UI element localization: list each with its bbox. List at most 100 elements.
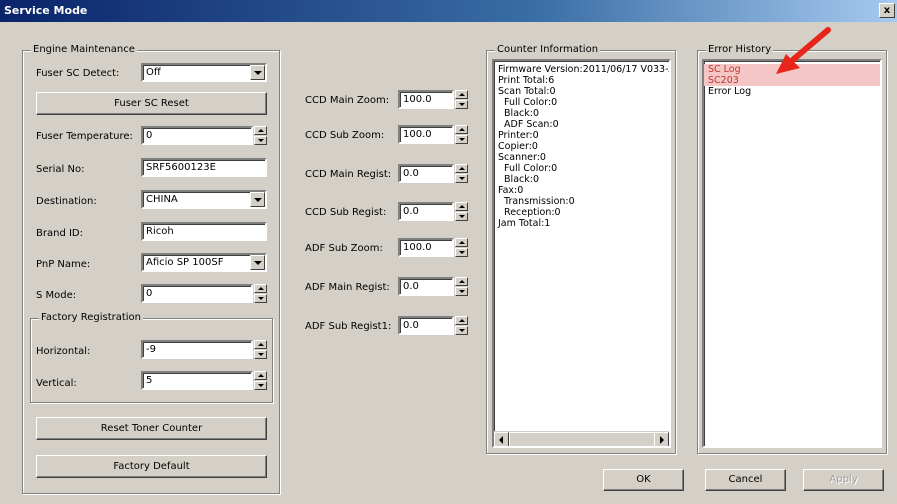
spin-down-icon[interactable] — [455, 287, 468, 296]
scan-setting-spinner[interactable] — [455, 164, 468, 183]
counter-line: Scan Total:0 — [498, 86, 556, 97]
factory-registration-legend: Factory Registration — [39, 312, 144, 324]
scan-setting-input[interactable]: 0.0 — [398, 164, 454, 183]
brand-id-input[interactable]: Ricoh — [141, 222, 267, 241]
spin-down-icon[interactable] — [455, 326, 468, 335]
spin-down-icon[interactable] — [455, 100, 468, 109]
scan-setting-input[interactable]: 100.0 — [398, 238, 454, 257]
spin-up-icon[interactable] — [455, 90, 468, 99]
horizontal-spinner[interactable] — [254, 340, 267, 359]
s-mode-spinner[interactable] — [254, 284, 267, 303]
spin-down-icon[interactable] — [455, 248, 468, 257]
list-item[interactable]: Error Log — [704, 86, 880, 97]
error-history-legend: Error History — [706, 44, 774, 56]
factory-default-label: Factory Default — [113, 461, 190, 472]
vertical-spinner[interactable] — [254, 371, 267, 390]
spin-up-icon[interactable] — [455, 164, 468, 173]
spin-up-icon[interactable] — [254, 284, 267, 293]
counter-line: Fax:0 — [498, 185, 524, 196]
scroll-left-icon[interactable] — [494, 432, 509, 446]
annotation-arrow-icon — [776, 27, 831, 74]
counter-line: Scanner:0 — [498, 152, 546, 163]
scan-setting-input[interactable]: 100.0 — [398, 125, 454, 144]
spin-up-icon[interactable] — [455, 238, 468, 247]
error-history-list[interactable]: SC Log SC203 Error Log — [702, 59, 882, 448]
spin-up-icon[interactable] — [455, 316, 468, 325]
ok-button[interactable]: OK — [603, 469, 684, 491]
factory-registration-group: Factory Registration — [30, 312, 273, 403]
chevron-down-icon[interactable] — [250, 192, 265, 207]
s-mode-input[interactable]: 0 — [141, 284, 253, 303]
cancel-button[interactable]: Cancel — [705, 469, 786, 491]
spin-up-icon[interactable] — [254, 126, 267, 135]
scan-setting-label: CCD Main Regist: — [305, 169, 392, 180]
window-title: Service Mode — [4, 4, 88, 17]
fuser-sc-detect-value: Off — [146, 67, 161, 78]
chevron-down-icon[interactable] — [250, 65, 265, 80]
pnp-name-select[interactable]: Aficio SP 100SF — [141, 253, 267, 272]
horizontal-value: -9 — [146, 344, 156, 355]
scan-setting-spinner[interactable] — [455, 238, 468, 257]
pnp-name-value: Aficio SP 100SF — [146, 257, 224, 268]
spin-down-icon[interactable] — [254, 294, 267, 303]
spin-down-icon[interactable] — [254, 136, 267, 145]
close-button[interactable]: x — [879, 3, 895, 18]
scan-setting-value: 0.0 — [403, 320, 419, 331]
apply-label: Apply — [829, 474, 858, 485]
destination-select[interactable]: CHINA — [141, 190, 267, 209]
fuser-sc-detect-select[interactable]: Off — [141, 63, 267, 82]
scan-setting-input[interactable]: 100.0 — [398, 90, 454, 109]
horizontal-input[interactable]: -9 — [141, 340, 253, 359]
scan-setting-input[interactable]: 0.0 — [398, 202, 454, 221]
spin-up-icon[interactable] — [254, 371, 267, 380]
reset-toner-counter-button[interactable]: Reset Toner Counter — [36, 417, 267, 440]
fuser-temperature-input[interactable]: 0 — [141, 126, 253, 145]
fuser-temperature-value: 0 — [146, 130, 153, 141]
counter-line: Transmission:0 — [498, 196, 575, 207]
spin-down-icon[interactable] — [455, 212, 468, 221]
fuser-sc-reset-label: Fuser SC Reset — [114, 98, 189, 109]
spin-down-icon[interactable] — [254, 350, 267, 359]
scrollbar-thumb[interactable] — [509, 432, 659, 446]
serial-input[interactable]: SRF5600123E — [141, 158, 267, 177]
cancel-label: Cancel — [728, 474, 763, 485]
reset-toner-counter-label: Reset Toner Counter — [100, 423, 203, 434]
scan-setting-input[interactable]: 0.0 — [398, 316, 454, 335]
scan-setting-label: CCD Main Zoom: — [305, 95, 390, 106]
counter-information-list[interactable]: Firmware Version:2011/06/17 V033-A1 Print… — [492, 59, 671, 448]
scan-setting-spinner[interactable] — [455, 202, 468, 221]
chevron-down-icon[interactable] — [250, 255, 265, 270]
s-mode-label: S Mode: — [36, 290, 77, 301]
brand-id-value: Ricoh — [146, 226, 174, 237]
fuser-sc-reset-button[interactable]: Fuser SC Reset — [36, 92, 267, 115]
scan-setting-value: 0.0 — [403, 206, 419, 217]
close-icon: x — [883, 5, 891, 16]
factory-default-button[interactable]: Factory Default — [36, 455, 267, 478]
engine-maintenance-legend: Engine Maintenance — [31, 44, 137, 56]
scan-setting-input[interactable]: 0.0 — [398, 277, 454, 296]
fuser-temperature-spinner[interactable] — [254, 126, 267, 145]
scan-setting-spinner[interactable] — [455, 277, 468, 296]
spin-down-icon[interactable] — [254, 381, 267, 390]
spin-up-icon[interactable] — [455, 277, 468, 286]
vertical-input[interactable]: 5 — [141, 371, 253, 390]
spin-up-icon[interactable] — [455, 202, 468, 211]
s-mode-value: 0 — [146, 288, 153, 299]
scan-setting-label: ADF Main Regist: — [305, 282, 390, 293]
counter-line: Full Color:0 — [498, 97, 558, 108]
spin-down-icon[interactable] — [455, 174, 468, 183]
scan-setting-spinner[interactable] — [455, 316, 468, 335]
spin-up-icon[interactable] — [254, 340, 267, 349]
scroll-right-icon[interactable] — [654, 432, 669, 446]
spin-down-icon[interactable] — [455, 135, 468, 144]
apply-button[interactable]: Apply — [803, 469, 884, 491]
spin-up-icon[interactable] — [455, 125, 468, 134]
fuser-sc-detect-label: Fuser SC Detect: — [36, 68, 120, 79]
scan-setting-label: ADF Sub Regist1: — [305, 321, 392, 332]
counter-line: ADF Scan:0 — [498, 119, 559, 130]
counter-line: Reception:0 — [498, 207, 561, 218]
counter-line: Jam Total:1 — [498, 218, 551, 229]
scan-setting-spinner[interactable] — [455, 125, 468, 144]
horizontal-scrollbar[interactable] — [494, 431, 669, 446]
scan-setting-spinner[interactable] — [455, 90, 468, 109]
